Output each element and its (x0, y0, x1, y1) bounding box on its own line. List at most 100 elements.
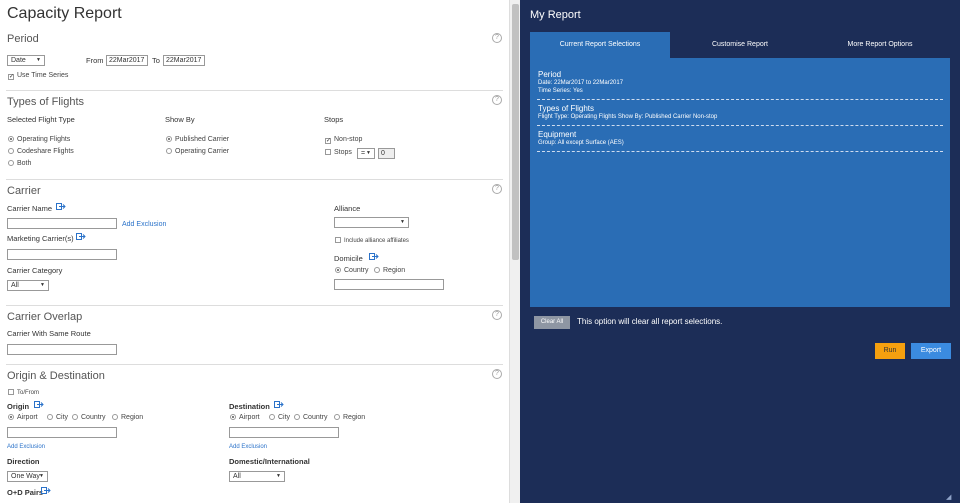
carrier-name-input[interactable] (7, 218, 117, 229)
add-exclusion-link[interactable]: Add Exclusion (122, 221, 166, 228)
help-icon[interactable]: ? (492, 33, 502, 43)
published-carrier-radio[interactable]: Published Carrier (166, 136, 229, 143)
codeshare-flights-radio[interactable]: Codeshare Flights (8, 148, 74, 155)
form-scrollbar[interactable] (509, 0, 520, 503)
from-label: From (86, 56, 104, 65)
selections-summary (530, 58, 950, 307)
section-title-carrier: Carrier (7, 185, 41, 197)
destination-country-radio[interactable]: Country (294, 414, 328, 421)
selected-flight-type-label: Selected Flight Type (7, 115, 75, 124)
tab-current-report-selections[interactable]: Current Report Selections (530, 32, 670, 58)
summary-types-heading: Types of Flights (538, 104, 595, 113)
marketing-carriers-input[interactable] (7, 249, 117, 260)
same-route-label: Carrier With Same Route (7, 329, 91, 338)
direction-select[interactable]: One Way ▼ (7, 471, 48, 482)
summary-equipment-group: Group: All except Surface (AES) (538, 140, 624, 146)
operating-flights-radio[interactable]: Operating Flights (8, 136, 70, 143)
both-radio[interactable]: Both (8, 160, 31, 167)
marketing-carriers-label: Marketing Carrier(s) (7, 234, 74, 243)
domestic-international-select[interactable]: All ▼ (229, 471, 285, 482)
summary-period-heading: Period (538, 70, 562, 79)
origin-city-radio[interactable]: City (47, 414, 68, 421)
help-icon[interactable]: ? (492, 184, 502, 194)
nonstop-checkbox[interactable]: ✓ Non-stop (325, 136, 362, 144)
carrier-category-label: Carrier Category (7, 266, 63, 275)
stops-value-input[interactable]: 0 (378, 148, 395, 159)
operating-carrier-radio[interactable]: Operating Carrier (166, 148, 229, 155)
include-affiliates-checkbox[interactable]: Include alliance affiliates (335, 237, 409, 244)
domicile-country-radio[interactable]: Country (335, 267, 369, 274)
origin-input[interactable] (7, 427, 117, 438)
domicile-input[interactable] (334, 279, 444, 290)
direction-label: Direction (7, 457, 40, 466)
show-by-label: Show By (165, 115, 195, 124)
check-icon: ✓ (8, 74, 15, 80)
import-icon[interactable] (369, 253, 379, 260)
help-icon[interactable]: ? (492, 95, 502, 105)
section-title-overlap: Carrier Overlap (7, 311, 83, 323)
run-button[interactable]: Run (875, 343, 905, 359)
destination-add-exclusion-link[interactable]: Add Exclusion (229, 444, 267, 450)
section-title-period: Period (7, 33, 39, 45)
destination-region-radio[interactable]: Region (334, 414, 365, 421)
divider (537, 151, 943, 152)
chevron-down-icon: ▼ (400, 219, 405, 225)
origin-add-exclusion-link[interactable]: Add Exclusion (7, 444, 45, 450)
use-time-series-checkbox[interactable]: ✓ Use Time Series (8, 72, 68, 80)
summary-time-series: Time Series: Yes (538, 88, 583, 94)
period-type-select[interactable]: Date ▼ (7, 55, 45, 66)
chevron-down-icon: ▼ (276, 473, 281, 479)
check-icon: ✓ (325, 138, 332, 144)
domestic-international-label: Domestic/International (229, 457, 310, 466)
divider (6, 305, 503, 306)
summary-flight-type: Flight Type: Operating Flights Show By: … (538, 114, 718, 120)
to-from-checkbox[interactable]: To/From (8, 389, 39, 396)
help-icon[interactable]: ? (492, 310, 502, 320)
domicile-region-radio[interactable]: Region (374, 267, 405, 274)
chevron-down-icon: ▼ (366, 150, 371, 156)
alliance-label: Alliance (334, 204, 361, 213)
od-pairs-label: O+D Pairs (7, 488, 44, 497)
carrier-category-select[interactable]: All ▼ (7, 280, 49, 291)
report-form: Capacity Report Period ? Date ▼ From 22Ma… (0, 0, 509, 503)
summary-equipment-heading: Equipment (538, 130, 577, 139)
destination-input[interactable] (229, 427, 339, 438)
divider (537, 125, 943, 126)
clear-all-button[interactable]: Clear All (534, 316, 570, 329)
import-icon[interactable] (34, 401, 44, 408)
from-date-input[interactable]: 22Mar2017 (106, 55, 148, 66)
resize-handle-icon[interactable]: ◢ (946, 493, 951, 501)
divider (6, 90, 503, 91)
tab-more-report-options[interactable]: More Report Options (810, 32, 950, 58)
stops-operator-select[interactable]: = ▼ (357, 148, 375, 159)
import-icon[interactable] (56, 203, 66, 210)
stops-checkbox[interactable]: Stops (325, 149, 352, 156)
destination-label: Destination (229, 402, 270, 411)
divider (6, 179, 503, 180)
import-icon[interactable] (274, 401, 284, 408)
same-route-input[interactable] (7, 344, 117, 355)
import-icon[interactable] (41, 487, 51, 494)
carrier-name-label: Carrier Name (7, 204, 53, 213)
summary-period-dates: Date: 22Mar2017 to 22Mar2017 (538, 80, 624, 86)
tab-customise-report[interactable]: Customise Report (670, 32, 810, 58)
to-date-input[interactable]: 22Mar2017 (163, 55, 205, 66)
help-icon[interactable]: ? (492, 369, 502, 379)
section-title-od: Origin & Destination (7, 370, 105, 382)
divider (537, 99, 943, 100)
clear-note: This option will clear all report select… (577, 317, 723, 326)
scrollbar-thumb[interactable] (512, 4, 519, 260)
destination-city-radio[interactable]: City (269, 414, 290, 421)
destination-airport-radio[interactable]: Airport (230, 414, 260, 421)
export-button[interactable]: Export (911, 343, 951, 359)
alliance-select[interactable]: ▼ (334, 217, 409, 228)
stops-label: Stops (324, 115, 344, 124)
origin-airport-radio[interactable]: Airport (8, 414, 38, 421)
origin-region-radio[interactable]: Region (112, 414, 143, 421)
chevron-down-icon: ▼ (39, 473, 44, 479)
to-label: To (152, 56, 160, 65)
chevron-down-icon: ▼ (40, 282, 45, 288)
import-icon[interactable] (76, 233, 86, 240)
domicile-label: Domicile (334, 254, 363, 263)
origin-country-radio[interactable]: Country (72, 414, 106, 421)
